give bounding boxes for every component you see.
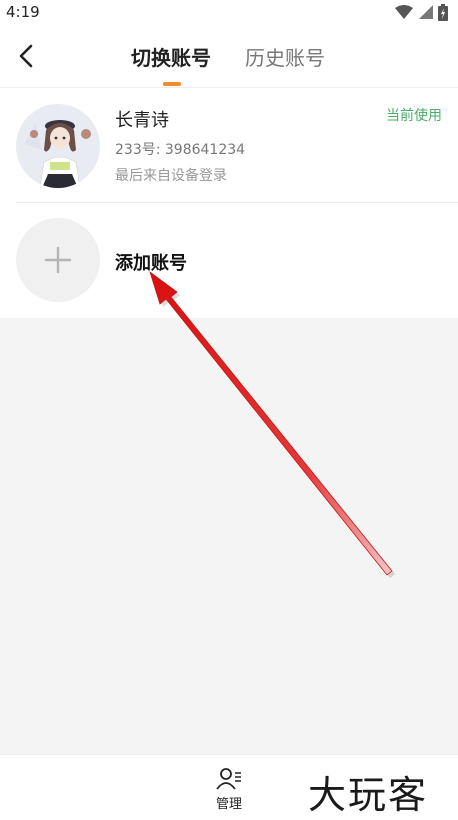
avatar (16, 104, 100, 188)
wifi-icon (395, 5, 413, 19)
manage-button[interactable]: 管理 (206, 767, 252, 817)
tab-history-account[interactable]: 历史账号 (245, 42, 325, 71)
battery-icon (438, 3, 448, 21)
back-icon (19, 44, 33, 68)
tab-indicator (163, 82, 181, 86)
status-icons (394, 3, 448, 21)
manage-label: 管理 (215, 797, 242, 812)
avatar-image (16, 104, 100, 188)
plus-icon (44, 246, 72, 274)
watermark: 大玩客 (308, 773, 429, 817)
back-button[interactable] (12, 40, 40, 72)
tab-switch-account[interactable]: 切换账号 (131, 42, 211, 71)
add-account-label[interactable]: 添加账号 (115, 249, 187, 275)
account-login-info: 最后来自设备登录 (115, 168, 227, 184)
manage-icon (216, 768, 241, 790)
account-id: 233号: 398641234 (115, 142, 246, 158)
status-bar: 4:19 (0, 0, 458, 24)
account-name: 长青诗 (115, 110, 169, 131)
current-badge: 当前使用 (386, 108, 442, 124)
header: 切换账号 历史账号 (0, 24, 458, 88)
empty-area (0, 318, 458, 754)
signal-icon (419, 5, 433, 19)
add-account-button[interactable] (16, 218, 100, 302)
status-time: 4:19 (6, 3, 40, 21)
